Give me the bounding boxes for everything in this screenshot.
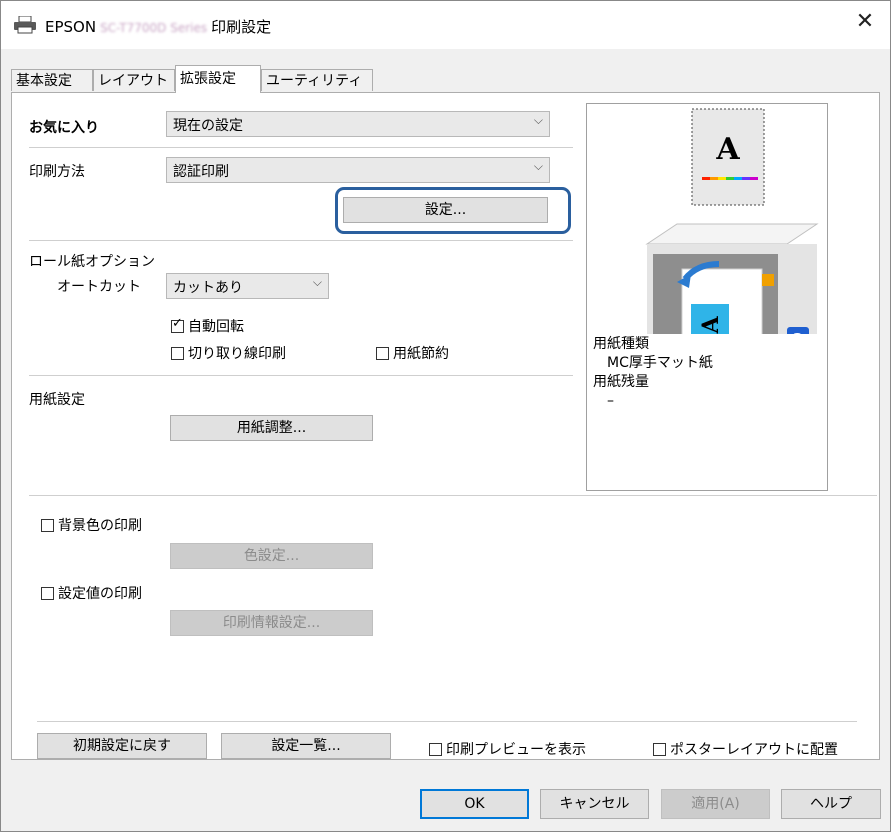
checkbox-icon <box>653 742 666 756</box>
auto-rotate-label: 自動回転 <box>188 319 244 335</box>
printer-icon <box>13 15 37 38</box>
printer-preview-illustration: A A 2 <box>645 108 856 374</box>
divider <box>29 147 573 148</box>
show-preview-label: 印刷プレビューを表示 <box>446 742 586 758</box>
print-info-settings-button[interactable]: 印刷情報設定... <box>170 610 373 636</box>
cut-line-checkbox[interactable]: 切り取り線印刷 <box>171 343 286 363</box>
divider <box>29 240 573 241</box>
title-bar: EPSON SC-T7700D Series 印刷設定 ✕ <box>1 1 890 49</box>
color-settings-button[interactable]: 色設定... <box>170 543 373 569</box>
tab-layout[interactable]: レイアウト <box>93 69 175 91</box>
autocut-value: カットあり <box>173 280 243 296</box>
print-settings-dialog: EPSON SC-T7700D Series 印刷設定 ✕ 基本設定 レイアウト 拡… <box>0 0 891 832</box>
preview-letter: A <box>715 132 740 167</box>
paper-save-checkbox[interactable]: 用紙節約 <box>376 343 449 363</box>
setting-values-checkbox[interactable]: 設定値の印刷 <box>41 583 142 603</box>
paper-settings-label: 用紙設定 <box>29 392 85 408</box>
remaining-paper-label: 用紙残量 <box>593 374 649 390</box>
apply-button[interactable]: 適用(A) <box>661 789 770 819</box>
print-method-label: 印刷方法 <box>29 164 85 180</box>
printer-number-badge: 2 <box>793 330 803 334</box>
ok-button[interactable]: OK <box>420 789 529 819</box>
preview-panel: A A 2 <box>586 103 856 491</box>
show-preview-checkbox[interactable]: 印刷プレビューを表示 <box>429 739 586 759</box>
help-button[interactable]: ヘルプ <box>781 789 881 819</box>
print-method-value: 認証印刷 <box>173 164 229 180</box>
advanced-panel: お気に入り 現在の設定 ⌵ 印刷方法 認証印刷 ⌵ 設定... ロール紙オプショ… <box>11 92 880 760</box>
media-type-value: MC厚手マット紙 <box>607 355 713 371</box>
cut-line-label: 切り取り線印刷 <box>188 346 286 362</box>
autocut-label: オートカット <box>57 279 141 295</box>
settings-list-button[interactable]: 設定一覧... <box>221 733 391 759</box>
divider <box>29 375 573 376</box>
media-type-label: 用紙種類 <box>593 336 649 352</box>
checkbox-icon <box>171 346 184 360</box>
auto-rotate-checkbox[interactable]: ✓ 自動回転 <box>171 316 244 336</box>
chevron-down-icon: ⌵ <box>312 275 322 289</box>
roll-options-label: ロール紙オプション <box>29 254 155 270</box>
divider <box>29 495 877 496</box>
favorites-label: お気に入り <box>29 120 99 136</box>
paper-adjust-button[interactable]: 用紙調整... <box>170 415 373 441</box>
poster-layout-checkbox[interactable]: ポスターレイアウトに配置 <box>653 739 838 759</box>
chevron-down-icon: ⌵ <box>533 113 543 127</box>
tab-advanced[interactable]: 拡張設定 <box>175 65 261 93</box>
chevron-down-icon: ⌵ <box>533 159 543 173</box>
preview-rotated-letter: A <box>698 316 724 334</box>
poster-layout-label: ポスターレイアウトに配置 <box>670 742 838 758</box>
checkbox-icon <box>41 518 54 532</box>
checkbox-checked-icon: ✓ <box>171 315 184 333</box>
setting-values-label: 設定値の印刷 <box>58 586 142 602</box>
print-method-select[interactable]: 認証印刷 ⌵ <box>166 157 550 183</box>
print-method-settings-button[interactable]: 設定... <box>343 197 548 223</box>
divider <box>37 721 857 722</box>
paper-save-label: 用紙節約 <box>393 346 449 362</box>
reset-defaults-button[interactable]: 初期設定に戻す <box>37 733 207 759</box>
autocut-select[interactable]: カットあり ⌵ <box>166 273 329 299</box>
checkbox-icon <box>41 586 54 600</box>
favorites-value: 現在の設定 <box>173 118 243 134</box>
checkbox-icon <box>376 346 389 360</box>
background-color-checkbox[interactable]: 背景色の印刷 <box>41 515 142 535</box>
background-color-label: 背景色の印刷 <box>58 518 142 534</box>
window-title: EPSON SC-T7700D Series 印刷設定 <box>45 18 272 36</box>
tab-basic[interactable]: 基本設定 <box>11 69 93 91</box>
favorites-select[interactable]: 現在の設定 ⌵ <box>166 111 550 137</box>
checkbox-icon <box>429 742 442 756</box>
cancel-button[interactable]: キャンセル <box>540 789 649 819</box>
tab-utility[interactable]: ユーティリティー <box>261 69 373 111</box>
remaining-paper-value: – <box>607 393 614 409</box>
close-icon[interactable]: ✕ <box>850 9 880 34</box>
